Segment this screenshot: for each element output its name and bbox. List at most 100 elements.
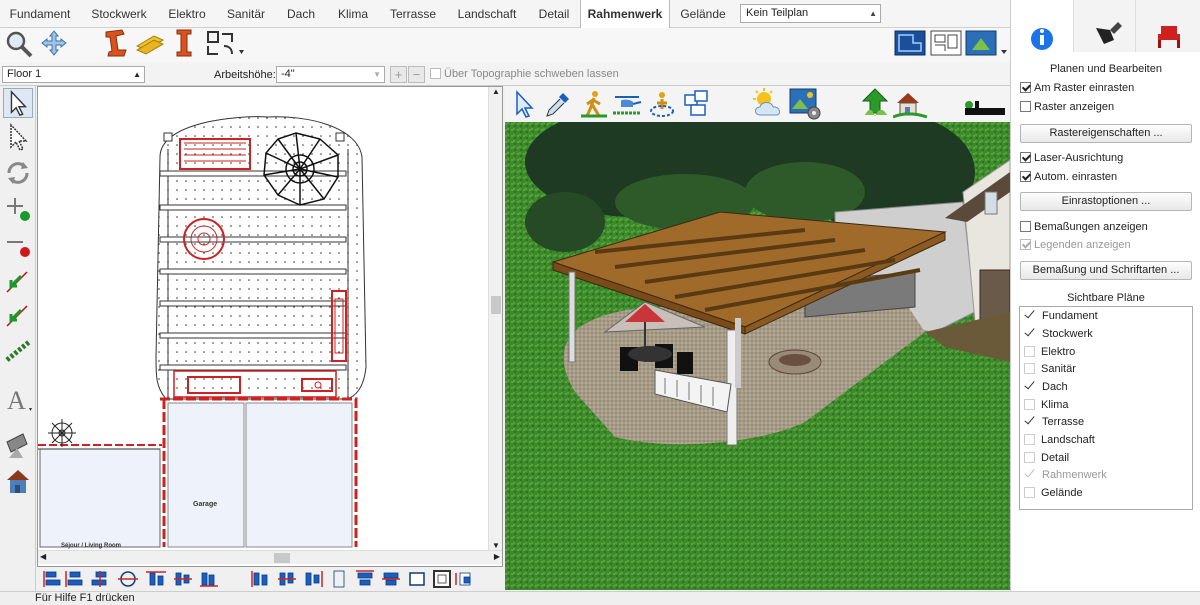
- orbit-icon[interactable]: [647, 89, 677, 119]
- height-increase-button[interactable]: +: [390, 66, 407, 83]
- left-toolbar: A: [0, 86, 36, 591]
- scroll-up-icon[interactable]: ▲: [492, 87, 500, 96]
- vertical-scroll-thumb[interactable]: [491, 296, 501, 314]
- checkbox-box: [1020, 152, 1031, 163]
- checkbox-box: [1020, 239, 1031, 250]
- svg-text:A: A: [7, 386, 26, 414]
- visible-plan-label: Gelände: [1041, 487, 1083, 499]
- layout-view-icon[interactable]: [929, 28, 963, 58]
- show-legends-checkbox[interactable]: Legenden anzeigen: [1020, 239, 1131, 251]
- select-group-icon[interactable]: [3, 122, 33, 152]
- tab-sanitaer[interactable]: Sanitär: [216, 0, 276, 28]
- break-line-icon[interactable]: [3, 266, 33, 296]
- tab-dach[interactable]: Dach: [276, 0, 326, 28]
- topography-float-checkbox[interactable]: Über Topographie schweben lassen: [430, 68, 619, 80]
- snap-grid-label: Am Raster einrasten: [1034, 82, 1135, 94]
- pan-icon[interactable]: [38, 28, 70, 58]
- floor-select[interactable]: Floor 1 ▲: [2, 66, 145, 83]
- plant-arrow-icon[interactable]: [859, 87, 891, 121]
- height-decrease-button[interactable]: −: [408, 66, 425, 83]
- sun-clouds-icon[interactable]: [752, 87, 786, 121]
- visible-plan-item[interactable]: Fundament: [1024, 308, 1098, 325]
- house-view-icon[interactable]: [3, 466, 33, 496]
- visible-plan-item[interactable]: Sanitär: [1024, 361, 1076, 378]
- house-terrain-icon[interactable]: [893, 87, 927, 121]
- visible-plan-item[interactable]: Stockwerk: [1024, 326, 1093, 343]
- checkbox-box: [1024, 487, 1035, 498]
- camera-view-icon[interactable]: [3, 430, 33, 460]
- tab-fundament[interactable]: Fundament: [0, 0, 80, 28]
- visible-plan-item[interactable]: Dach: [1024, 379, 1068, 396]
- rotate-icon[interactable]: [3, 158, 33, 188]
- framing-tools-icon[interactable]: [204, 28, 244, 58]
- plan-vertical-scrollbar[interactable]: ▲ ▼: [488, 87, 502, 550]
- plan-view-icon[interactable]: [893, 28, 927, 58]
- visible-plan-item[interactable]: Terrasse: [1024, 414, 1084, 431]
- dimension-fonts-button[interactable]: Bemaßung und Schriftarten ...: [1020, 261, 1192, 280]
- join-line-icon[interactable]: [3, 300, 33, 330]
- show-dimensions-checkbox[interactable]: Bemaßungen anzeigen: [1020, 221, 1148, 233]
- laser-align-checkbox[interactable]: Laser-Ausrichtung: [1020, 152, 1123, 164]
- visible-plan-item[interactable]: Elektro: [1024, 344, 1075, 361]
- scroll-right-icon[interactable]: ▶: [494, 552, 500, 561]
- snap-options-button[interactable]: Einrastoptionen ...: [1020, 192, 1192, 211]
- topography-float-label: Über Topographie schweben lassen: [444, 68, 619, 80]
- tab-info[interactable]: [1011, 0, 1073, 52]
- floor-layers-icon[interactable]: [681, 89, 711, 119]
- grid-properties-button[interactable]: Rastereigenschaften ...: [1020, 124, 1192, 143]
- remove-point-icon[interactable]: [3, 230, 33, 260]
- visible-plan-item[interactable]: Gelände: [1024, 485, 1083, 502]
- visible-plan-label: Klima: [1041, 399, 1069, 411]
- tab-drawing[interactable]: [1073, 0, 1135, 52]
- select-arrow-icon[interactable]: [3, 88, 33, 118]
- check-mark-icon: [1024, 380, 1036, 392]
- tab-klima[interactable]: Klima: [326, 0, 380, 28]
- plan-view-canvas[interactable]: Garage Séjour / Living Room: [37, 86, 503, 567]
- tab-elektro[interactable]: Elektro: [158, 0, 216, 28]
- side-panel-content: Planen und Bearbeiten Am Raster einraste…: [1011, 52, 1200, 591]
- horizontal-scroll-thumb[interactable]: [274, 553, 290, 563]
- snap-grid-checkbox[interactable]: Am Raster einrasten: [1020, 82, 1134, 94]
- tab-detail[interactable]: Detail: [528, 0, 580, 28]
- zoom-icon[interactable]: [2, 28, 36, 58]
- visible-plan-label: Detail: [1041, 452, 1070, 464]
- visible-plan-item[interactable]: Detail: [1024, 450, 1069, 467]
- eyedropper-icon[interactable]: [543, 89, 573, 119]
- post-icon[interactable]: [170, 28, 198, 58]
- align-tools-icons[interactable]: [36, 567, 504, 591]
- elevation-view-icon[interactable]: [964, 28, 1008, 58]
- scroll-left-icon[interactable]: ◀: [40, 552, 46, 561]
- 3d-camera-view[interactable]: [505, 122, 1010, 590]
- tab-rahmenwerk[interactable]: Rahmenwerk: [580, 0, 670, 29]
- helicopter-icon[interactable]: [611, 89, 643, 119]
- checkbox-box: [1020, 221, 1031, 232]
- auto-snap-checkbox[interactable]: Autom. einrasten: [1020, 171, 1117, 183]
- scroll-down-icon[interactable]: ▼: [492, 541, 500, 550]
- working-height-input[interactable]: -4" ▼: [276, 66, 385, 83]
- partial-plan-select[interactable]: Kein Teilplan ▲: [740, 4, 881, 23]
- layer-toggle-icon[interactable]: [963, 99, 1007, 117]
- check-mark-icon: [1024, 309, 1036, 321]
- stair-spiral-icon[interactable]: [3, 336, 33, 366]
- visible-plan-item[interactable]: Rahmenwerk: [1024, 467, 1107, 484]
- visible-plan-item[interactable]: Landschaft: [1024, 432, 1095, 449]
- text-tool-icon[interactable]: A: [3, 384, 33, 414]
- camera-select-icon[interactable]: [511, 89, 541, 119]
- plan-horizontal-scrollbar[interactable]: ◀ ▶: [38, 550, 502, 564]
- status-text: Für Hilfe F1 drücken: [35, 592, 135, 604]
- visible-plan-label: Rahmenwerk: [1042, 469, 1107, 481]
- pen-nib-icon: [1096, 22, 1122, 44]
- steel-beam-icon[interactable]: [100, 28, 130, 58]
- tab-terrasse[interactable]: Terrasse: [380, 0, 446, 28]
- options-bar: Floor 1 ▲ Arbeitshöhe: -4" ▼ + − Über Topo…: [0, 62, 1010, 86]
- tab-landschaft[interactable]: Landschaft: [446, 0, 528, 28]
- show-grid-checkbox[interactable]: Raster anzeigen: [1020, 101, 1114, 113]
- visible-plan-item[interactable]: Klima: [1024, 397, 1069, 414]
- tab-furniture[interactable]: [1135, 0, 1200, 52]
- tab-gelaende[interactable]: Gelände: [670, 0, 736, 28]
- walk-person-icon[interactable]: [579, 89, 609, 119]
- add-point-icon[interactable]: [3, 194, 33, 224]
- render-settings-icon[interactable]: [788, 87, 822, 121]
- lumber-icon[interactable]: [134, 28, 166, 58]
- tab-stockwerk[interactable]: Stockwerk: [80, 0, 158, 28]
